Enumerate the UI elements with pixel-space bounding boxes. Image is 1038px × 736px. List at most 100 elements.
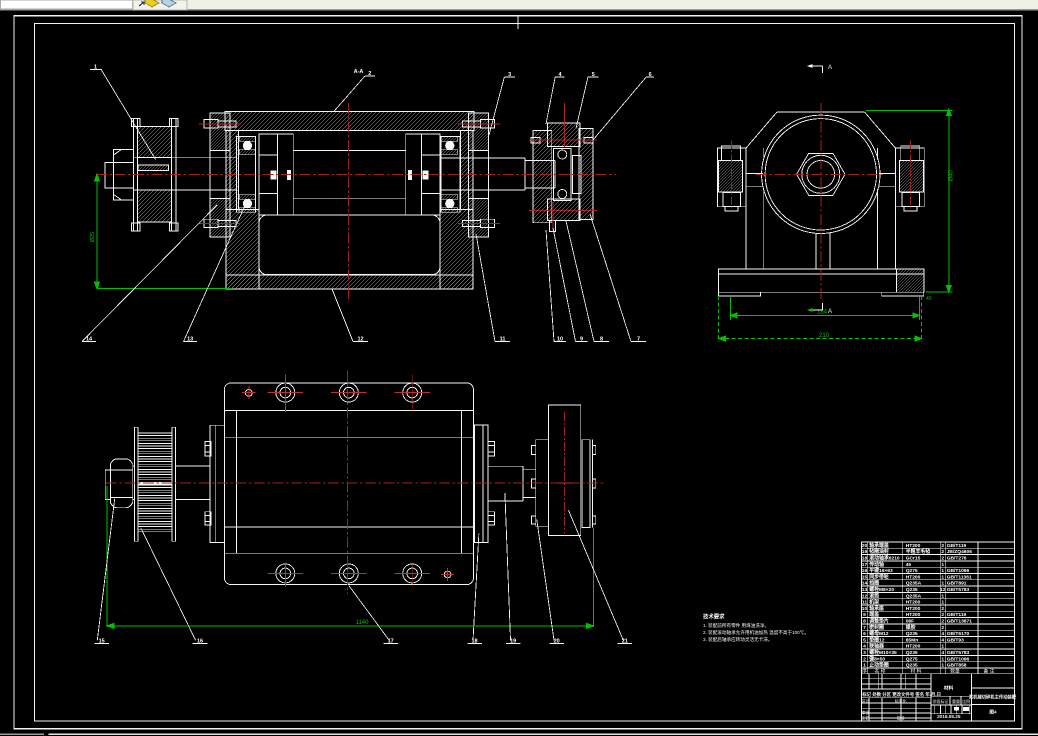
svg-text:45: 45 (906, 562, 912, 568)
svg-text:40: 40 (926, 296, 932, 302)
svg-text:2: 2 (941, 619, 944, 625)
svg-text:18: 18 (471, 638, 477, 644)
svg-text:10: 10 (862, 606, 868, 612)
svg-text:15: 15 (99, 638, 105, 644)
svg-text:GB/T93: GB/T93 (947, 637, 964, 643)
svg-text:轴承端盖: 轴承端盖 (869, 542, 889, 549)
svg-text:材料: 材料 (943, 684, 954, 691)
svg-text:Q235A: Q235A (906, 581, 922, 587)
svg-text:GB/T1096: GB/T1096 (947, 568, 970, 574)
svg-text:GB/T11361: GB/T11361 (947, 574, 972, 580)
svg-text:1: 1 (863, 663, 866, 669)
svg-text:JB/ZQ4606: JB/ZQ4606 (947, 549, 973, 555)
svg-text:HT200: HT200 (906, 612, 921, 618)
svg-text:GB/T13871: GB/T13871 (947, 619, 973, 625)
svg-text:1: 1 (941, 663, 944, 669)
svg-text:2016.05.25: 2016.05.25 (937, 714, 961, 719)
svg-text:10: 10 (557, 337, 563, 343)
svg-text:7: 7 (637, 337, 640, 343)
svg-text:9: 9 (863, 612, 866, 618)
svg-text:A-A: A-A (354, 69, 364, 75)
svg-text:Q275: Q275 (906, 568, 918, 574)
svg-text:18: 18 (862, 556, 868, 562)
svg-text:HT200: HT200 (906, 600, 921, 606)
svg-text:GB/T891: GB/T891 (947, 581, 967, 587)
svg-text:1: 1 (941, 656, 944, 662)
svg-text:GB/T6170: GB/T6170 (947, 631, 970, 637)
svg-text:2: 2 (941, 543, 944, 549)
svg-text:4: 4 (941, 650, 944, 656)
svg-text:2: 2 (941, 606, 944, 612)
svg-text:14: 14 (86, 337, 93, 343)
svg-text:GB/T276: GB/T276 (947, 556, 967, 562)
svg-text:2: 2 (941, 625, 944, 631)
svg-text:GB/T5783: GB/T5783 (947, 650, 970, 656)
svg-text:6: 6 (649, 72, 652, 78)
svg-text:210: 210 (819, 333, 830, 339)
svg-text:20: 20 (554, 638, 560, 644)
svg-text:Q235: Q235 (906, 631, 918, 637)
svg-text:4: 4 (863, 644, 866, 650)
svg-text:1: 1 (941, 593, 944, 599)
svg-text:1: 1 (941, 568, 944, 574)
svg-text:1: 1 (941, 574, 944, 580)
svg-text:机架: 机架 (869, 599, 879, 606)
svg-text:A: A (828, 309, 832, 315)
svg-text:Q235: Q235 (906, 587, 918, 593)
svg-text:滚筒: 滚筒 (869, 592, 879, 599)
svg-text:1: 1 (941, 644, 944, 650)
svg-text:13: 13 (187, 337, 193, 343)
svg-text:HT200: HT200 (906, 606, 921, 612)
svg-text:Ø25: Ø25 (90, 232, 96, 242)
svg-text:15: 15 (862, 574, 868, 580)
svg-text:密封圈: 密封圈 (868, 624, 884, 631)
svg-text:3: 3 (508, 72, 511, 78)
svg-text:HT200: HT200 (906, 543, 921, 549)
svg-text:技术要求: 技术要求 (703, 613, 725, 621)
svg-text:1: 1 (941, 562, 944, 568)
svg-text:键8×50: 键8×50 (869, 655, 885, 662)
svg-text:某机械切碎机主传动装配: 某机械切碎机主传动装配 (969, 694, 1017, 701)
svg-text:9: 9 (580, 337, 583, 343)
svg-text:2. 装配滚动轴承允许用机油加热 温度不高于100℃。: 2. 装配滚动轴承允许用机油加热 温度不高于100℃。 (703, 629, 809, 636)
svg-text:3: 3 (863, 650, 866, 656)
svg-text:螺母M12: 螺母M12 (869, 630, 889, 637)
svg-text:工艺: 工艺 (862, 715, 870, 720)
svg-text:17: 17 (388, 638, 394, 644)
svg-text:16: 16 (862, 568, 868, 574)
svg-text:调整垫片: 调整垫片 (869, 618, 889, 625)
svg-text:3. 装配后轴承应转动灵活无卡滞。: 3. 装配后轴承应转动灵活无卡滞。 (703, 636, 772, 643)
svg-text:端盖: 端盖 (869, 611, 879, 618)
svg-text:7: 7 (863, 625, 866, 631)
svg-text:2: 2 (941, 549, 944, 555)
svg-text:GB/T119: GB/T119 (947, 543, 967, 549)
svg-text:Q235: Q235 (906, 650, 918, 656)
svg-text:HT200: HT200 (906, 574, 921, 580)
svg-text:序: 序 (862, 668, 867, 675)
svg-text:65Mn: 65Mn (906, 637, 919, 643)
svg-text:传动轴: 传动轴 (868, 561, 884, 568)
svg-text:4: 4 (941, 631, 944, 637)
svg-text:1: 1 (941, 600, 944, 606)
svg-text:半粗羊毛毡: 半粗羊毛毡 (906, 548, 931, 555)
svg-text:8: 8 (600, 337, 603, 343)
svg-text:滚动轴承6210: 滚动轴承6210 (869, 555, 900, 562)
svg-text:Q235A: Q235A (906, 593, 922, 599)
svg-text:螺栓M10×35: 螺栓M10×35 (869, 649, 897, 656)
svg-text:批准: 批准 (897, 715, 905, 720)
svg-text:图4: 图4 (989, 708, 997, 715)
svg-text:GCr15: GCr15 (906, 556, 921, 562)
svg-text:2: 2 (941, 556, 944, 562)
svg-text:同步带轮: 同步带轮 (869, 573, 889, 580)
svg-text:GB/T5783: GB/T5783 (947, 587, 970, 593)
svg-text:13: 13 (862, 587, 868, 593)
svg-text:审核: 审核 (862, 710, 870, 715)
svg-text:21: 21 (622, 638, 628, 644)
svg-text:2: 2 (863, 656, 866, 662)
svg-text:5: 5 (863, 637, 866, 643)
svg-text:挡圈: 挡圈 (868, 580, 879, 587)
svg-text:数量: 数量 (950, 668, 960, 675)
svg-text:1: 1 (94, 64, 97, 70)
svg-text:平键16×63: 平键16×63 (869, 567, 893, 574)
svg-text:螺栓M8×20: 螺栓M8×20 (869, 586, 894, 593)
